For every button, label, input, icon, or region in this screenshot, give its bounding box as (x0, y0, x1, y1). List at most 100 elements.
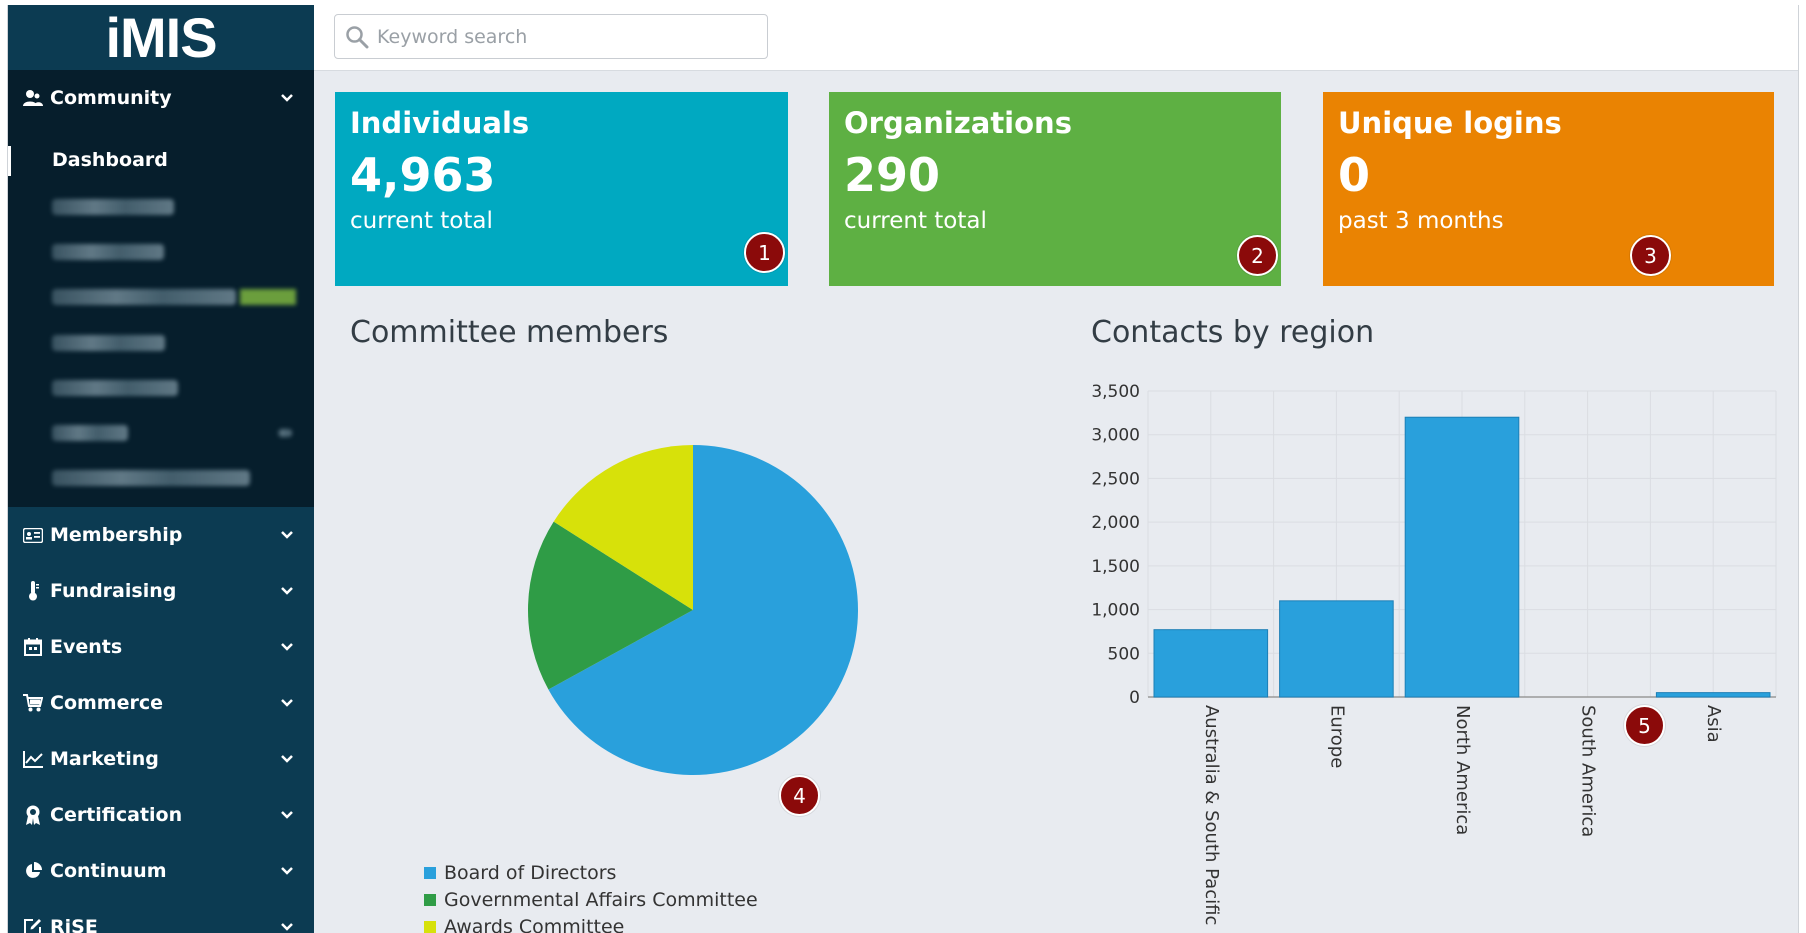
sidebar-item-label: Fundraising (50, 580, 177, 602)
callout-marker: 2 (1237, 235, 1278, 276)
committee-pie-chart[interactable] (468, 385, 888, 805)
sidebar-item-label: RiSE (50, 916, 98, 933)
organizations-card[interactable]: Organizations 290 current total 2 (829, 92, 1281, 286)
sidebar-item-label: Events (50, 636, 123, 658)
x-tick-label: North America (1452, 705, 1473, 835)
top-bar (314, 5, 1798, 71)
search-input[interactable] (377, 25, 757, 48)
card-title: Unique logins (1338, 106, 1562, 140)
sidebar-item-membership[interactable]: Membership (8, 507, 314, 563)
search-icon (346, 25, 369, 48)
sidebar-item-label: Membership (50, 524, 183, 546)
sidebar-item-community[interactable]: Community (8, 70, 314, 126)
pie-icon (22, 860, 44, 882)
sidebar-item-label: Commerce (50, 692, 163, 714)
cart-icon (22, 692, 44, 714)
card-title: Organizations (844, 106, 1072, 140)
bar[interactable] (1153, 629, 1269, 698)
community-submenu: Community Dashboard (8, 70, 314, 507)
blurred-subitem[interactable] (52, 244, 164, 260)
search-box[interactable] (334, 14, 768, 59)
legend-item[interactable]: Governmental Affairs Committee (424, 886, 758, 913)
legend-swatch (424, 893, 436, 906)
id-card-icon (22, 524, 44, 546)
blurred-subitem[interactable] (52, 380, 178, 396)
blurred-subitem[interactable] (52, 470, 250, 486)
active-indicator (8, 146, 11, 176)
sidebar-item-marketing[interactable]: Marketing (8, 731, 314, 787)
blurred-subitem[interactable] (52, 335, 165, 351)
chevron-down-icon (281, 643, 293, 651)
sidebar-subitem-dashboard[interactable]: Dashboard (52, 149, 168, 171)
thermometer-icon (22, 580, 44, 602)
legend-swatch (424, 920, 436, 933)
sidebar: iMIS Community Dashboard Membership Fund… (8, 5, 314, 933)
pie-legend: Board of Directors Governmental Affairs C… (424, 859, 964, 933)
logo-area[interactable]: iMIS (8, 5, 314, 70)
legend-label: Governmental Affairs Committee (444, 888, 758, 911)
legend-item[interactable]: Awards Committee (424, 913, 624, 933)
y-tick-label: 500 (1108, 644, 1140, 664)
sidebar-item-commerce[interactable]: Commerce (8, 675, 314, 731)
chevron-down-icon (281, 94, 293, 102)
x-tick-label: Australia & South Pacific (1201, 705, 1222, 925)
community-icon (22, 87, 44, 109)
card-value: 0 (1338, 148, 1371, 202)
line-chart-icon (22, 748, 44, 770)
y-tick-label: 2,000 (1091, 513, 1140, 533)
blurred-badge (240, 289, 296, 305)
individuals-card[interactable]: Individuals 4,963 current total 1 (335, 92, 788, 286)
unique-logins-card[interactable]: Unique logins 0 past 3 months 3 (1323, 92, 1774, 286)
chevron-down-icon (281, 699, 293, 707)
legend-label: Awards Committee (444, 915, 625, 933)
edit-icon (22, 916, 44, 933)
committee-title: Committee members (350, 315, 669, 350)
legend-swatch (424, 866, 436, 879)
card-title: Individuals (350, 106, 530, 140)
blurred-subitem[interactable] (52, 425, 128, 441)
sidebar-item-label: Certification (50, 804, 183, 826)
sidebar-item-continuum[interactable]: Continuum (8, 843, 314, 899)
chevron-down-icon (281, 531, 293, 539)
legend-label: Board of Directors (444, 861, 617, 884)
card-subtitle: past 3 months (1338, 208, 1504, 234)
y-tick-label: 0 (1129, 688, 1140, 708)
x-tick-label: South America (1578, 705, 1599, 837)
region-bar-chart[interactable]: 0 500 1,000 1,500 2,000 2,500 3,000 3,500 Austra… (1068, 375, 1788, 933)
y-tick-label: 3,500 (1091, 382, 1140, 402)
card-subtitle: current total (350, 208, 493, 234)
callout-marker: 1 (744, 232, 785, 273)
y-tick-label: 1,000 (1091, 601, 1140, 621)
chevron-down-icon (281, 587, 293, 595)
chevron-down-icon (281, 867, 293, 875)
blurred-subitem[interactable] (52, 199, 174, 215)
card-value: 4,963 (350, 148, 496, 202)
callout-marker: 5 (1624, 705, 1665, 746)
sidebar-item-rise[interactable]: RiSE (8, 899, 314, 933)
y-tick-label: 3,000 (1091, 426, 1140, 446)
sidebar-item-label: Marketing (50, 748, 159, 770)
region-title: Contacts by region (1091, 315, 1375, 350)
card-subtitle: current total (844, 208, 987, 234)
blurred-subitem[interactable] (52, 289, 236, 305)
callout-marker: 4 (779, 775, 820, 816)
bar[interactable] (1279, 600, 1394, 698)
blurred-subitem-indicator (278, 429, 292, 437)
sidebar-item-events[interactable]: Events (8, 619, 314, 675)
x-tick-label: Asia (1703, 705, 1724, 743)
bar[interactable] (1655, 692, 1771, 698)
chevron-down-icon (281, 923, 293, 931)
sidebar-item-certification[interactable]: Certification (8, 787, 314, 843)
card-value: 290 (844, 148, 941, 202)
bar[interactable] (1404, 416, 1520, 698)
sidebar-item-label: Community (50, 87, 172, 109)
legend-item[interactable]: Board of Directors (424, 859, 616, 886)
sidebar-item-fundraising[interactable]: Fundraising (8, 563, 314, 619)
y-tick-label: 1,500 (1091, 557, 1140, 577)
imis-logo: iMIS (105, 5, 217, 69)
sidebar-item-label: Continuum (50, 860, 167, 882)
x-tick-label: Europe (1326, 705, 1347, 768)
app-frame: iMIS Community Dashboard Membership Fund… (7, 5, 1799, 933)
calendar-icon (22, 636, 44, 658)
callout-marker: 3 (1630, 235, 1671, 276)
